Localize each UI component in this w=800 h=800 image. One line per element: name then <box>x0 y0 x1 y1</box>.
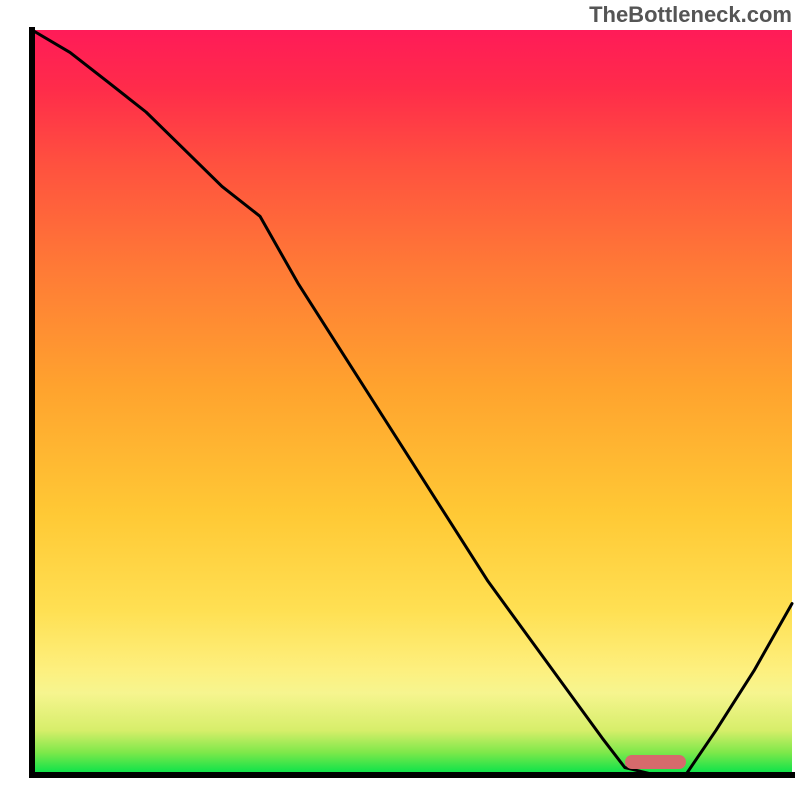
optimum-marker <box>625 755 686 769</box>
chart-container: TheBottleneck.com <box>0 0 800 800</box>
bottleneck-curve <box>32 30 792 775</box>
plot-area <box>32 30 792 775</box>
watermark-text: TheBottleneck.com <box>589 2 792 28</box>
